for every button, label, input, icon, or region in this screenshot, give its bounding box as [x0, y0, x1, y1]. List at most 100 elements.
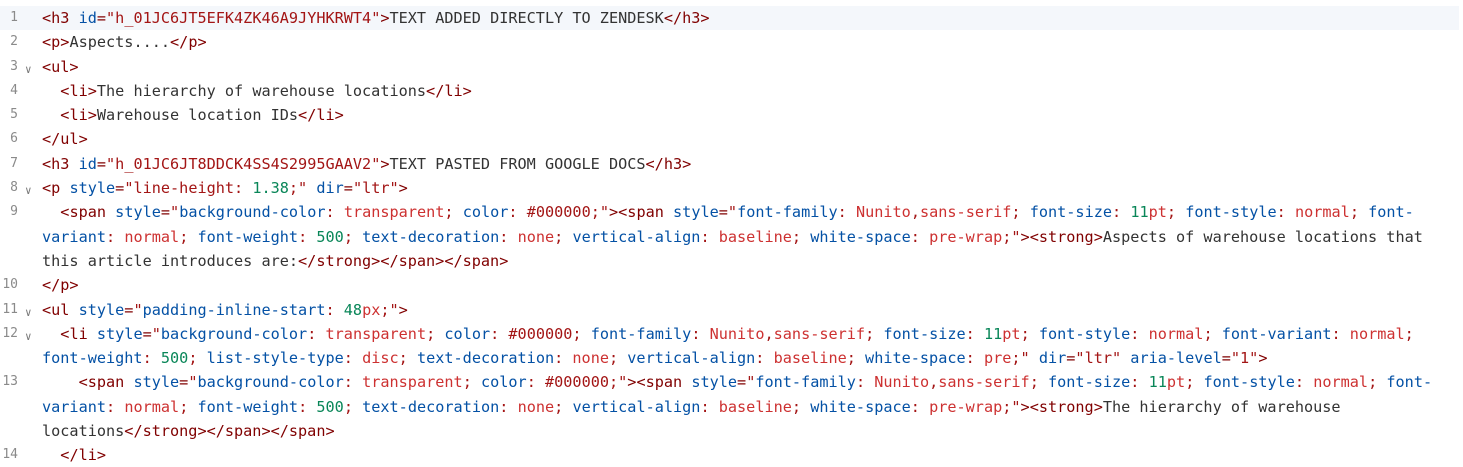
code-token: 500	[160, 349, 189, 368]
line-number: 3	[10, 58, 18, 74]
code-line[interactable]: 2 <p>Aspects....</p>	[10, 30, 1459, 54]
line-number: 14	[2, 447, 18, 463]
code-token: TEXT PASTED FROM GOOGLE DOCS	[389, 154, 646, 173]
code-token: :	[965, 324, 984, 343]
code-token: 48	[343, 300, 363, 319]
line-number: 13	[2, 374, 18, 390]
code-line[interactable]: 7 <h3 id="h_01JC6JT8DDCK4SS4S2995GAAV2">T…	[10, 152, 1459, 176]
code-line[interactable]: 1 <h3 id="h_01JC6JT5EFK4ZK46A9JYHKRWT4">T…	[0, 6, 1459, 31]
code-token: baseline	[718, 227, 792, 246]
code-token: : #000000;"	[508, 203, 610, 222]
code-token: style	[673, 203, 719, 222]
code-token: disc	[362, 349, 399, 368]
code-line[interactable]: 10 </p>	[2, 273, 1459, 297]
code-token: sans-serif	[919, 203, 1012, 222]
code-token: color	[444, 324, 491, 343]
code-token: ;	[846, 349, 866, 368]
code-token: :	[700, 397, 719, 416]
code-line[interactable]: 3 ∨ <ul>	[10, 55, 1459, 79]
code-token: "	[133, 300, 143, 319]
code-token: ><span	[609, 203, 674, 222]
code-area[interactable]: 1 <h3 id="h_01JC6JT5EFK4ZK46A9JYHKRWT4">T…	[0, 6, 1459, 467]
code-token: aria-level	[1130, 349, 1222, 368]
code-token: background-color	[179, 203, 326, 222]
line-number: 10	[2, 277, 18, 293]
code-token: ;"	[1002, 227, 1021, 246]
code-token: <li>	[60, 81, 97, 100]
code-token: ;	[343, 227, 363, 246]
code-token: :	[1331, 324, 1350, 343]
code-token: :	[106, 227, 125, 246]
code-token: text-decoration	[416, 349, 555, 368]
code-token: </h3>	[663, 9, 710, 27]
code-line[interactable]: 4 <li>The hierarchy of warehouse locatio…	[10, 79, 1459, 103]
line-number: 7	[10, 155, 18, 171]
code-token: The hierarchy of warehouse locations	[96, 81, 427, 100]
code-token: 11	[1130, 203, 1149, 222]
code-token: "	[727, 203, 738, 222]
code-token: pre-wrap	[929, 397, 1003, 416]
code-token: color	[480, 373, 527, 392]
code-token: transparent	[325, 324, 427, 343]
code-token: style	[115, 203, 161, 222]
code-token: ;	[1029, 373, 1048, 392]
code-token: baseline	[773, 349, 847, 368]
code-line[interactable]: 5 <li>Warehouse location IDs</li>	[10, 103, 1459, 127]
code-line[interactable]: 9 <span style="background-color: transpa…	[10, 200, 1459, 273]
code-token: >	[1258, 349, 1268, 368]
code-token: background-color	[197, 373, 344, 392]
code-editor[interactable]: 1 <h3 id="h_01JC6JT5EFK4ZK46A9JYHKRWT4">T…	[0, 0, 1463, 467]
code-token: font-size	[1048, 373, 1131, 392]
code-line[interactable]: 13 <span style="background-color: transp…	[2, 370, 1459, 443]
code-token: white-space	[810, 397, 911, 416]
code-token: </p>	[170, 33, 207, 52]
code-token: ,	[764, 324, 774, 343]
code-token: ;	[1020, 324, 1039, 343]
code-token: none	[517, 397, 555, 416]
code-token: font-family	[737, 203, 838, 222]
code-token: <h3	[42, 9, 79, 27]
code-token: =	[718, 203, 728, 222]
code-token: ;"	[288, 179, 308, 198]
code-token: :	[700, 227, 719, 246]
code-line[interactable]: 11 ∨ <ul style="padding-inline-start: 48px…	[2, 298, 1459, 322]
code-token: ><strong>	[1020, 227, 1103, 246]
code-token: : #000000;	[490, 324, 591, 343]
chevron-down-icon[interactable]: ∨	[25, 325, 32, 349]
code-token: normal	[1313, 373, 1369, 392]
code-token: ;"	[380, 300, 399, 319]
code-token: Warehouse location IDs	[96, 106, 299, 125]
code-token: :	[1130, 324, 1149, 343]
code-token: id	[78, 9, 97, 27]
code-line[interactable]: 8 ∨ <p style="line-height: 1.38;" dir="ltr…	[10, 176, 1459, 200]
code-token: pt	[1166, 373, 1186, 392]
code-token: 500	[316, 397, 344, 416]
code-line[interactable]: 14 </li>	[2, 443, 1459, 467]
code-token: none	[517, 227, 555, 246]
code-token: ;	[791, 227, 811, 246]
code-token: "line-height:	[124, 179, 253, 198]
code-token: "	[746, 373, 756, 392]
code-token: =	[343, 179, 353, 198]
code-token: >	[380, 154, 390, 173]
code-line[interactable]: 6 </ul>	[10, 127, 1459, 151]
code-token: ;	[791, 397, 811, 416]
code-token: </li>	[426, 81, 472, 100]
chevron-down-icon[interactable]: ∨	[25, 301, 32, 325]
code-token: pt	[1002, 324, 1021, 343]
code-line[interactable]: 12 ∨ <li style="background-color: transpa…	[2, 322, 1459, 371]
code-token: ;	[444, 203, 463, 222]
code-token: <li>	[60, 106, 97, 125]
code-token: normal	[124, 227, 180, 246]
code-token: </li>	[298, 106, 344, 125]
code-token: dir	[1038, 349, 1067, 368]
chevron-down-icon[interactable]: ∨	[25, 58, 32, 82]
chevron-down-icon[interactable]: ∨	[25, 179, 32, 203]
code-token: transparent	[362, 373, 463, 392]
code-token: white-space	[810, 227, 911, 246]
code-token: :	[837, 203, 856, 222]
code-token: font-style	[1038, 324, 1131, 343]
